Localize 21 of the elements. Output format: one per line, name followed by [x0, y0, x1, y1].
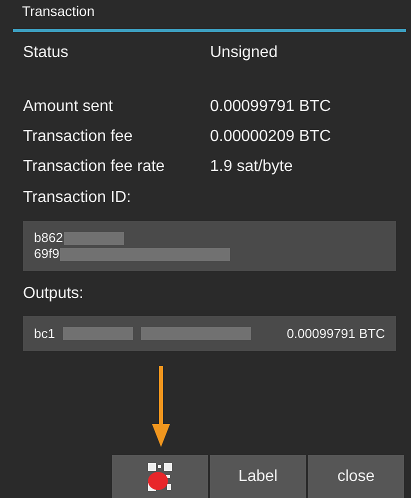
- output-address: bc1: [34, 326, 55, 341]
- transaction-id-text: b862: [34, 230, 63, 246]
- dialog-title: Transaction: [22, 3, 95, 19]
- field-label: Status: [23, 43, 70, 63]
- transaction-id-text: 69f9: [34, 246, 60, 262]
- section-label: Transaction ID:: [23, 189, 131, 206]
- dialog-button[interactable]: close: [308, 455, 404, 498]
- dialog-button[interactable]: Label: [210, 455, 306, 498]
- section-label: Outputs:: [23, 285, 84, 302]
- field-value: 0.00099791 BTC: [210, 97, 331, 117]
- field-value: Unsigned: [210, 43, 278, 63]
- field-value: 0.00000209 BTC: [210, 127, 331, 147]
- field-value: 1.9 sat/byte: [210, 157, 293, 177]
- field-label: Amount sent: [23, 97, 114, 117]
- blurred-text-mask: [62, 327, 133, 340]
- blurred-text-mask: [64, 232, 124, 244]
- qr-code-button[interactable]: [112, 455, 208, 498]
- field-label: Transaction fee rate: [23, 157, 166, 177]
- qr-code-icon: [147, 462, 173, 492]
- output-amount: 0.00099791 BTC: [286, 326, 385, 341]
- field-label: Transaction fee: [23, 127, 134, 147]
